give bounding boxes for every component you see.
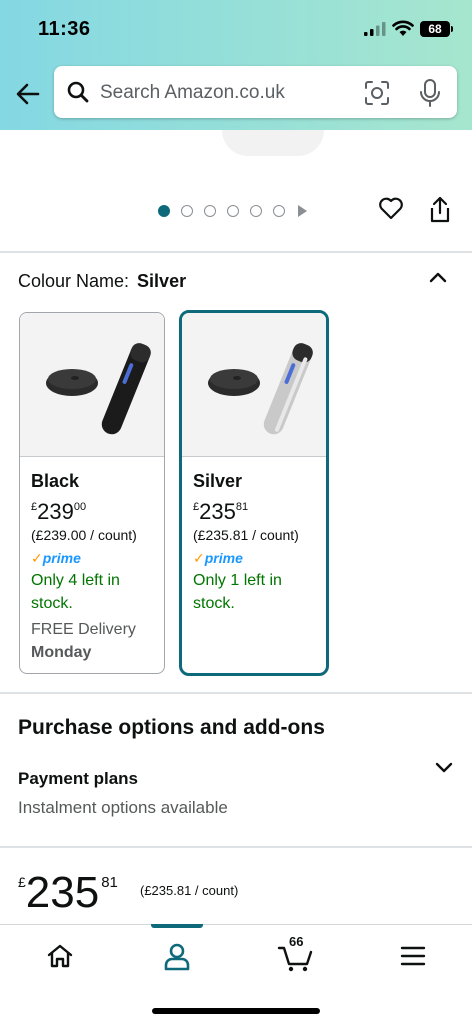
home-indicator[interactable] (152, 1008, 320, 1014)
payment-plans-title[interactable]: Payment plans (18, 769, 138, 789)
delivery-text: FREE Delivery (31, 621, 136, 638)
unit-price: (£239.00 / count) (31, 527, 137, 543)
search-icon (67, 81, 89, 103)
delivery-info: FREE Delivery Monday (31, 618, 161, 664)
wifi-icon (392, 20, 414, 36)
section-divider (0, 692, 472, 694)
prime-text: prime (204, 550, 243, 566)
microphone-icon[interactable] (420, 79, 440, 107)
product-image-silver (208, 343, 313, 435)
price-whole: 239 (37, 499, 74, 524)
status-time: 11:36 (38, 18, 91, 40)
price-whole: 235 (199, 499, 236, 524)
chevron-up-icon[interactable] (428, 270, 448, 284)
carousel-dot[interactable] (250, 205, 262, 217)
active-tab-indicator (151, 924, 203, 928)
search-input[interactable]: Search Amazon.co.uk (54, 66, 457, 118)
colour-option-price: £23900 (31, 499, 86, 525)
price-whole: 235 (25, 868, 100, 917)
carousel-dot[interactable] (273, 205, 285, 217)
price-fraction: 81 (101, 874, 118, 891)
colour-option-black[interactable]: Black £23900 (£239.00 / count) ✓prime On… (19, 312, 165, 674)
colour-option-name: Black (31, 471, 80, 491)
cellular-signal-icon (364, 22, 386, 36)
stock-status: Only 4 left in stock. (31, 572, 120, 612)
account-icon[interactable] (157, 938, 197, 974)
cart-count-badge: 66 (289, 934, 304, 949)
home-icon[interactable] (40, 938, 80, 974)
product-image-black (46, 343, 151, 435)
price-fraction: 00 (73, 501, 87, 513)
carousel-dot[interactable] (227, 205, 239, 217)
camera-lens-icon[interactable] (364, 80, 390, 106)
stock-status: Only 1 left in stock. (193, 572, 282, 612)
prime-check-icon: ✓ (31, 550, 43, 566)
unit-price: (£235.81 / count) (193, 527, 299, 543)
section-divider (0, 251, 472, 253)
delivery-day: Monday (31, 644, 92, 661)
colour-label-text: Colour Name: (18, 271, 130, 291)
colour-name-label: Colour Name: Silver (18, 271, 186, 292)
carousel-dot[interactable] (158, 205, 170, 217)
colour-option-name: Silver (193, 471, 243, 491)
prime-check-icon: ✓ (193, 550, 205, 566)
prime-text: prime (42, 550, 81, 566)
section-divider (0, 846, 472, 848)
prime-badge: ✓prime (193, 550, 243, 567)
colour-option-silver[interactable]: Silver £23581 (£235.81 / count) ✓prime O… (179, 310, 329, 676)
heart-icon[interactable] (378, 196, 404, 220)
payment-plans-subtitle: Instalment options available (18, 798, 228, 817)
carousel-dots (158, 205, 307, 217)
carousel-dot[interactable] (204, 205, 216, 217)
search-placeholder: Search Amazon.co.uk (100, 82, 285, 103)
menu-icon[interactable] (393, 938, 433, 974)
battery-nub (451, 26, 453, 32)
price-display: £235 81 (18, 868, 118, 918)
colour-selected-value: Silver (137, 271, 187, 291)
colour-option-price: £23581 (193, 499, 248, 525)
share-icon[interactable] (428, 196, 452, 224)
unit-price: (£235.81 / count) (140, 883, 239, 898)
purchase-options-heading: Purchase options and add-ons (18, 716, 325, 739)
product-thumbnail-silver (182, 313, 326, 457)
price-fraction: 81 (235, 501, 249, 513)
product-image (222, 130, 324, 156)
product-thumbnail-black (20, 313, 164, 457)
chevron-down-icon[interactable] (434, 761, 454, 775)
video-play-icon[interactable] (298, 205, 307, 217)
back-arrow-icon[interactable] (14, 80, 42, 108)
battery-icon: 68 (420, 21, 450, 37)
prime-badge: ✓prime (31, 550, 81, 567)
price-currency: £ (18, 874, 26, 890)
carousel-dot[interactable] (181, 205, 193, 217)
status-bar: 11:36 68 (0, 0, 472, 56)
